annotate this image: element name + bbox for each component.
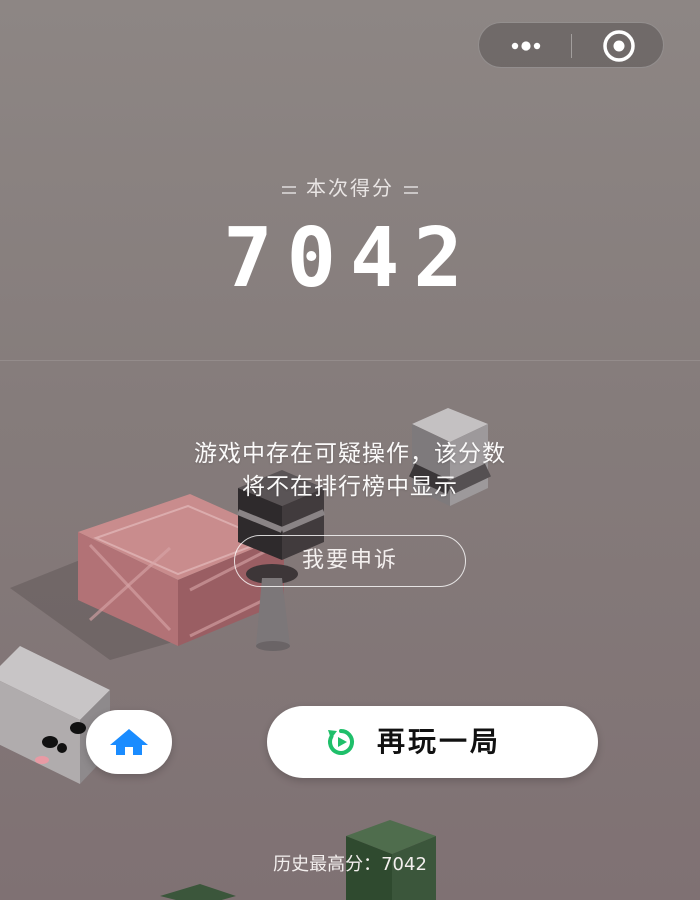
close-target-icon — [603, 30, 635, 62]
close-miniprogram-button[interactable] — [587, 23, 657, 69]
miniprogram-capsule — [478, 22, 664, 68]
replay-button[interactable]: 再玩一局 — [267, 706, 598, 778]
home-icon — [110, 729, 148, 755]
section-divider — [0, 360, 700, 361]
replay-button-label: 再玩一局 — [377, 725, 502, 758]
decor-equals-right — [404, 185, 418, 194]
best-score-label: 历史最高分： — [273, 854, 382, 875]
score-label: 本次得分 — [0, 172, 700, 201]
home-button[interactable] — [86, 710, 172, 774]
capsule-divider — [571, 34, 572, 58]
replay-icon — [328, 729, 354, 755]
score-value-text: 7042 — [223, 224, 476, 298]
decor-equals-left — [282, 185, 296, 194]
more-menu-button[interactable] — [501, 23, 561, 69]
warning-line-2: 将不在排行榜中显示 — [242, 474, 458, 500]
appeal-button[interactable]: 我要申诉 — [234, 535, 466, 587]
best-score-value: 7042 — [381, 854, 427, 875]
best-score: 历史最高分：7042 — [0, 850, 700, 876]
suspicious-warning: 游戏中存在可疑操作，该分数 将不在排行榜中显示 — [0, 438, 700, 504]
score-label-text: 本次得分 — [306, 176, 394, 200]
warning-line-1: 游戏中存在可疑操作，该分数 — [194, 441, 506, 467]
score-value: 7042 — [223, 224, 476, 298]
more-dots-icon — [511, 41, 541, 51]
